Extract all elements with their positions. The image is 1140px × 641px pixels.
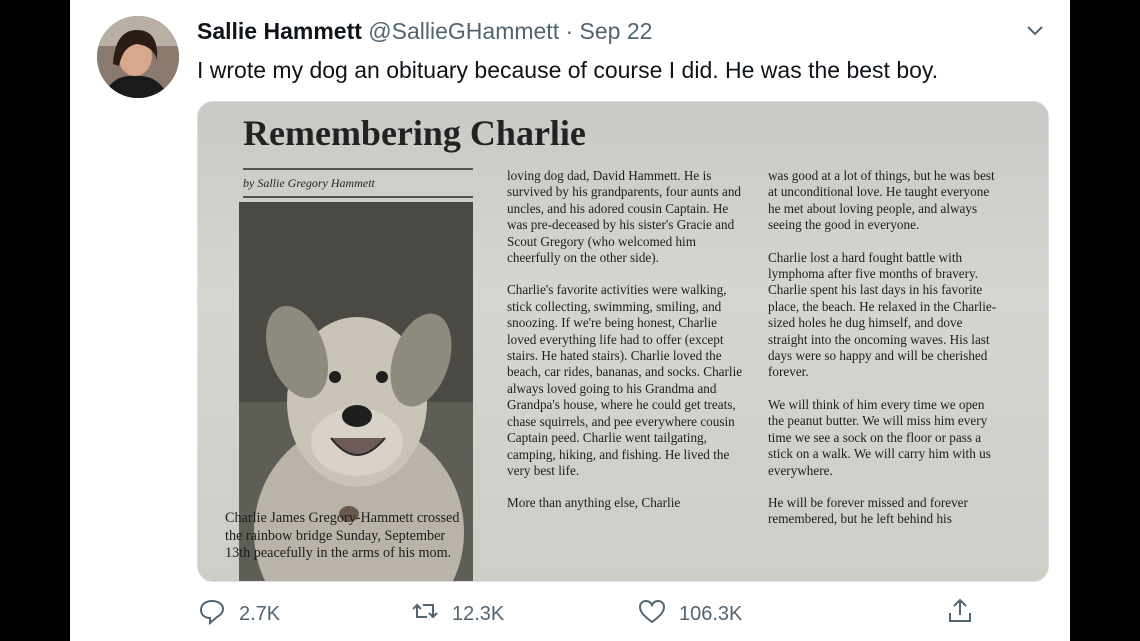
paragraph: We will think of him every time we open … [768,396,991,478]
article-column-3: was good at a lot of things, but he was … [768,168,1003,544]
like-count: 106.3K [679,602,743,625]
share-button[interactable] [945,596,975,632]
paragraph: He will be forever missed and forever re… [768,494,968,527]
reply-button[interactable]: 2.7K [197,596,280,632]
chevron-down-icon[interactable] [1025,20,1045,40]
paragraph: Charlie lost a hard fought battle with l… [768,249,997,380]
retweet-button[interactable]: 12.3K [410,596,504,632]
retweet-icon [410,596,440,632]
retweet-count: 12.3K [452,602,505,625]
heart-icon [637,596,667,632]
paragraph: loving dog dad, David Hammett. He is sur… [507,168,742,266]
display-name[interactable]: Sallie Hammett [197,18,362,44]
share-icon [945,596,975,632]
tweet-header: Sallie Hammett @SallieGHammett · Sep 22 [197,18,652,45]
avatar[interactable] [97,16,179,98]
paragraph: was good at a lot of things, but he was … [768,168,995,233]
rule-bottom [243,196,473,198]
article-title: Remembering Charlie [243,113,586,153]
paragraph: Charlie's favorite activities were walki… [507,282,743,478]
reply-count: 2.7K [239,602,281,625]
separator: · [565,18,574,44]
article-byline: by Sallie Gregory Hammett [243,176,375,190]
reply-icon [197,596,227,632]
article-column-2: loving dog dad, David Hammett. He is sur… [507,168,747,528]
tweet-text: I wrote my dog an obituary because of co… [197,57,939,83]
handle[interactable]: @SallieGHammett [368,18,559,44]
tweet-image[interactable]: Remembering Charlie by Sallie Gregory Ha… [197,101,1049,582]
like-button[interactable]: 106.3K [637,596,742,632]
tweet-actions: 2.7K 12.3K 106.3K [197,596,1047,632]
photo-caption: Charlie James Gregory-Hammett crossed th… [225,510,460,561]
rule-top [243,168,473,170]
tweet-date[interactable]: Sep 22 [580,18,653,44]
paragraph: More than anything else, Charlie [507,495,681,511]
tweet-card[interactable]: Sallie Hammett @SallieGHammett · Sep 22 … [70,0,1070,641]
